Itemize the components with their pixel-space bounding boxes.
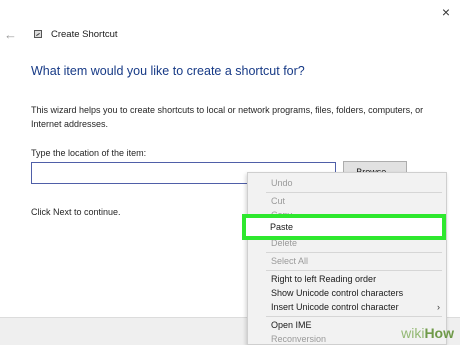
- close-button[interactable]: ×: [438, 4, 454, 20]
- context-menu: Undo Cut Copy Delete Select All Right to…: [247, 172, 447, 345]
- menu-item-select-all[interactable]: Select All: [248, 254, 446, 268]
- shortcut-icon: [34, 30, 42, 38]
- menu-item-paste[interactable]: Paste: [246, 218, 442, 236]
- back-arrow-icon[interactable]: ←: [4, 27, 22, 42]
- continue-hint: Click Next to continue.: [31, 207, 121, 217]
- menu-item-insert-unicode[interactable]: Insert Unicode control character ›: [248, 300, 446, 314]
- menu-separator: [266, 270, 442, 271]
- wikihow-watermark-logo: wikiHow: [401, 325, 454, 341]
- wizard-description: This wizard helps you to create shortcut…: [31, 105, 424, 129]
- menu-item-show-unicode[interactable]: Show Unicode control characters: [248, 286, 446, 300]
- dialog-title: Create Shortcut: [51, 28, 118, 40]
- paste-highlight-box: Paste: [242, 214, 446, 240]
- page-heading: What item would you like to create a sho…: [31, 64, 305, 78]
- location-label: Type the location of the item:: [31, 148, 147, 158]
- title-bar: ← Create Shortcut: [4, 26, 118, 42]
- menu-item-label: Insert Unicode control character: [271, 302, 399, 312]
- menu-separator: [266, 316, 442, 317]
- menu-item-undo[interactable]: Undo: [248, 176, 446, 190]
- menu-separator: [266, 252, 442, 253]
- menu-item-cut[interactable]: Cut: [248, 194, 446, 208]
- menu-separator: [266, 192, 442, 193]
- menu-item-rtl-reading-order[interactable]: Right to left Reading order: [248, 272, 446, 286]
- submenu-arrow-icon: ›: [437, 302, 440, 312]
